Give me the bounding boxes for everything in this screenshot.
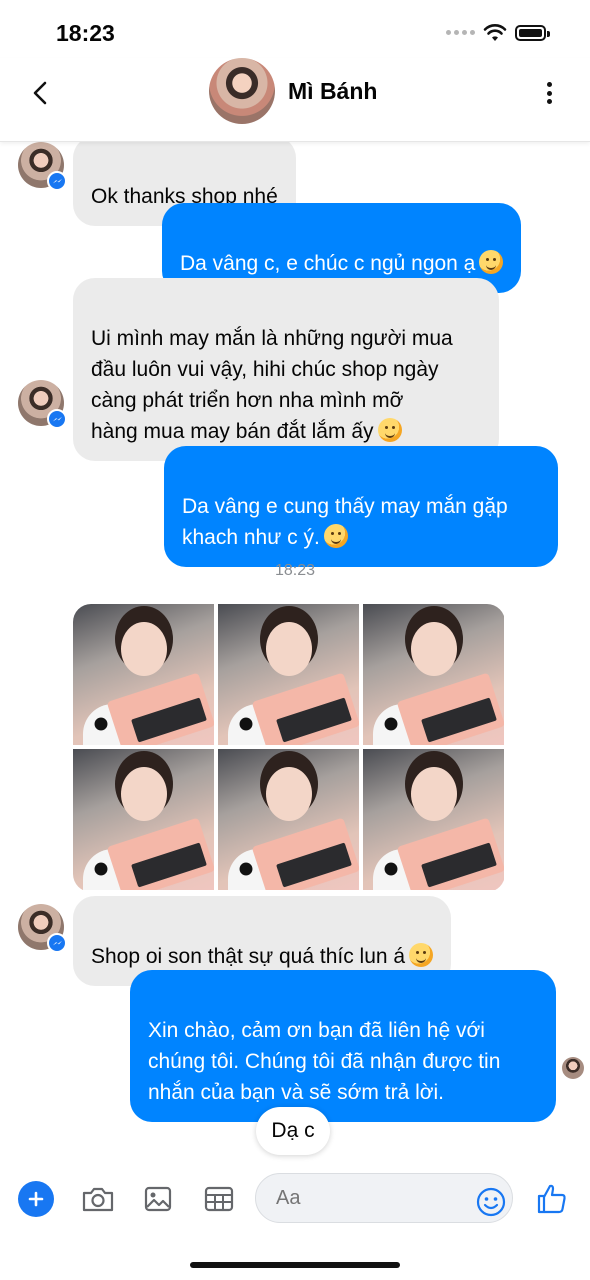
sticker-icon xyxy=(204,1186,234,1212)
photo-thumbnail[interactable] xyxy=(363,604,504,745)
smiling-hearts-emoji-icon xyxy=(479,250,504,274)
emoji-button[interactable] xyxy=(472,1183,510,1221)
smiling-hearts-emoji-icon xyxy=(377,418,402,442)
photo-thumbnail[interactable] xyxy=(363,749,504,890)
photo-thumbnail[interactable] xyxy=(73,749,214,890)
camera-button[interactable] xyxy=(79,1180,117,1218)
contact-name[interactable]: Mì Bánh xyxy=(288,78,377,105)
gallery-icon xyxy=(144,1186,172,1212)
more-options-button[interactable] xyxy=(538,78,560,108)
kissing-face-emoji-icon xyxy=(323,524,348,548)
smiling-hearts-emoji-icon xyxy=(409,943,434,967)
photo-grid[interactable] xyxy=(73,604,505,892)
signal-icon xyxy=(446,30,475,35)
plus-icon xyxy=(28,1191,44,1207)
photo-thumbnail[interactable] xyxy=(218,604,359,745)
like-button[interactable] xyxy=(533,1180,571,1218)
message-text: Shop oi son thật sự quá thíc lun á xyxy=(91,945,406,968)
incoming-message[interactable]: Ui mình may mắn là những người mua đầu l… xyxy=(73,278,499,461)
message-text: Da vâng c, e chúc c ngủ ngon ạ xyxy=(180,252,476,275)
contact-avatar[interactable] xyxy=(209,58,275,124)
camera-icon xyxy=(82,1187,114,1212)
battery-icon xyxy=(515,25,550,41)
composer-bar xyxy=(0,1164,590,1234)
home-indicator[interactable] xyxy=(190,1262,400,1268)
message-text: Xin chào, cảm ơn bạn đã liên hệ với chún… xyxy=(148,1019,501,1104)
photo-thumbnail[interactable] xyxy=(73,604,214,745)
conversation-header: Mì Bánh xyxy=(0,58,590,142)
status-bar: 18:23 xyxy=(0,0,590,58)
sender-avatar xyxy=(18,380,67,429)
messenger-icon xyxy=(47,171,67,191)
sender-avatar xyxy=(18,904,67,953)
messenger-icon xyxy=(47,933,67,953)
photo-thumbnail[interactable] xyxy=(218,749,359,890)
message-list[interactable]: Ok thanks shop nhé Da vâng c, e chúc c n… xyxy=(0,136,590,1162)
sender-avatar xyxy=(18,142,67,191)
messenger-icon xyxy=(47,409,67,429)
sticker-button[interactable] xyxy=(200,1180,238,1218)
emoji-icon xyxy=(476,1187,506,1217)
back-button[interactable] xyxy=(24,76,58,110)
outgoing-message[interactable]: Xin chào, cảm ơn bạn đã liên hệ với chún… xyxy=(130,970,556,1122)
quick-reply-chip[interactable]: Dạ c xyxy=(256,1107,330,1155)
seen-indicator-avatar xyxy=(562,1057,584,1079)
status-time: 18:23 xyxy=(56,20,115,46)
wifi-icon xyxy=(483,24,507,41)
message-timestamp: 18:23 xyxy=(274,562,316,579)
like-icon xyxy=(537,1184,566,1214)
plus-button[interactable] xyxy=(18,1181,54,1217)
gallery-button[interactable] xyxy=(139,1180,177,1218)
outgoing-message[interactable]: Da vâng e cung thấy may mắn gặp khach nh… xyxy=(164,446,558,567)
